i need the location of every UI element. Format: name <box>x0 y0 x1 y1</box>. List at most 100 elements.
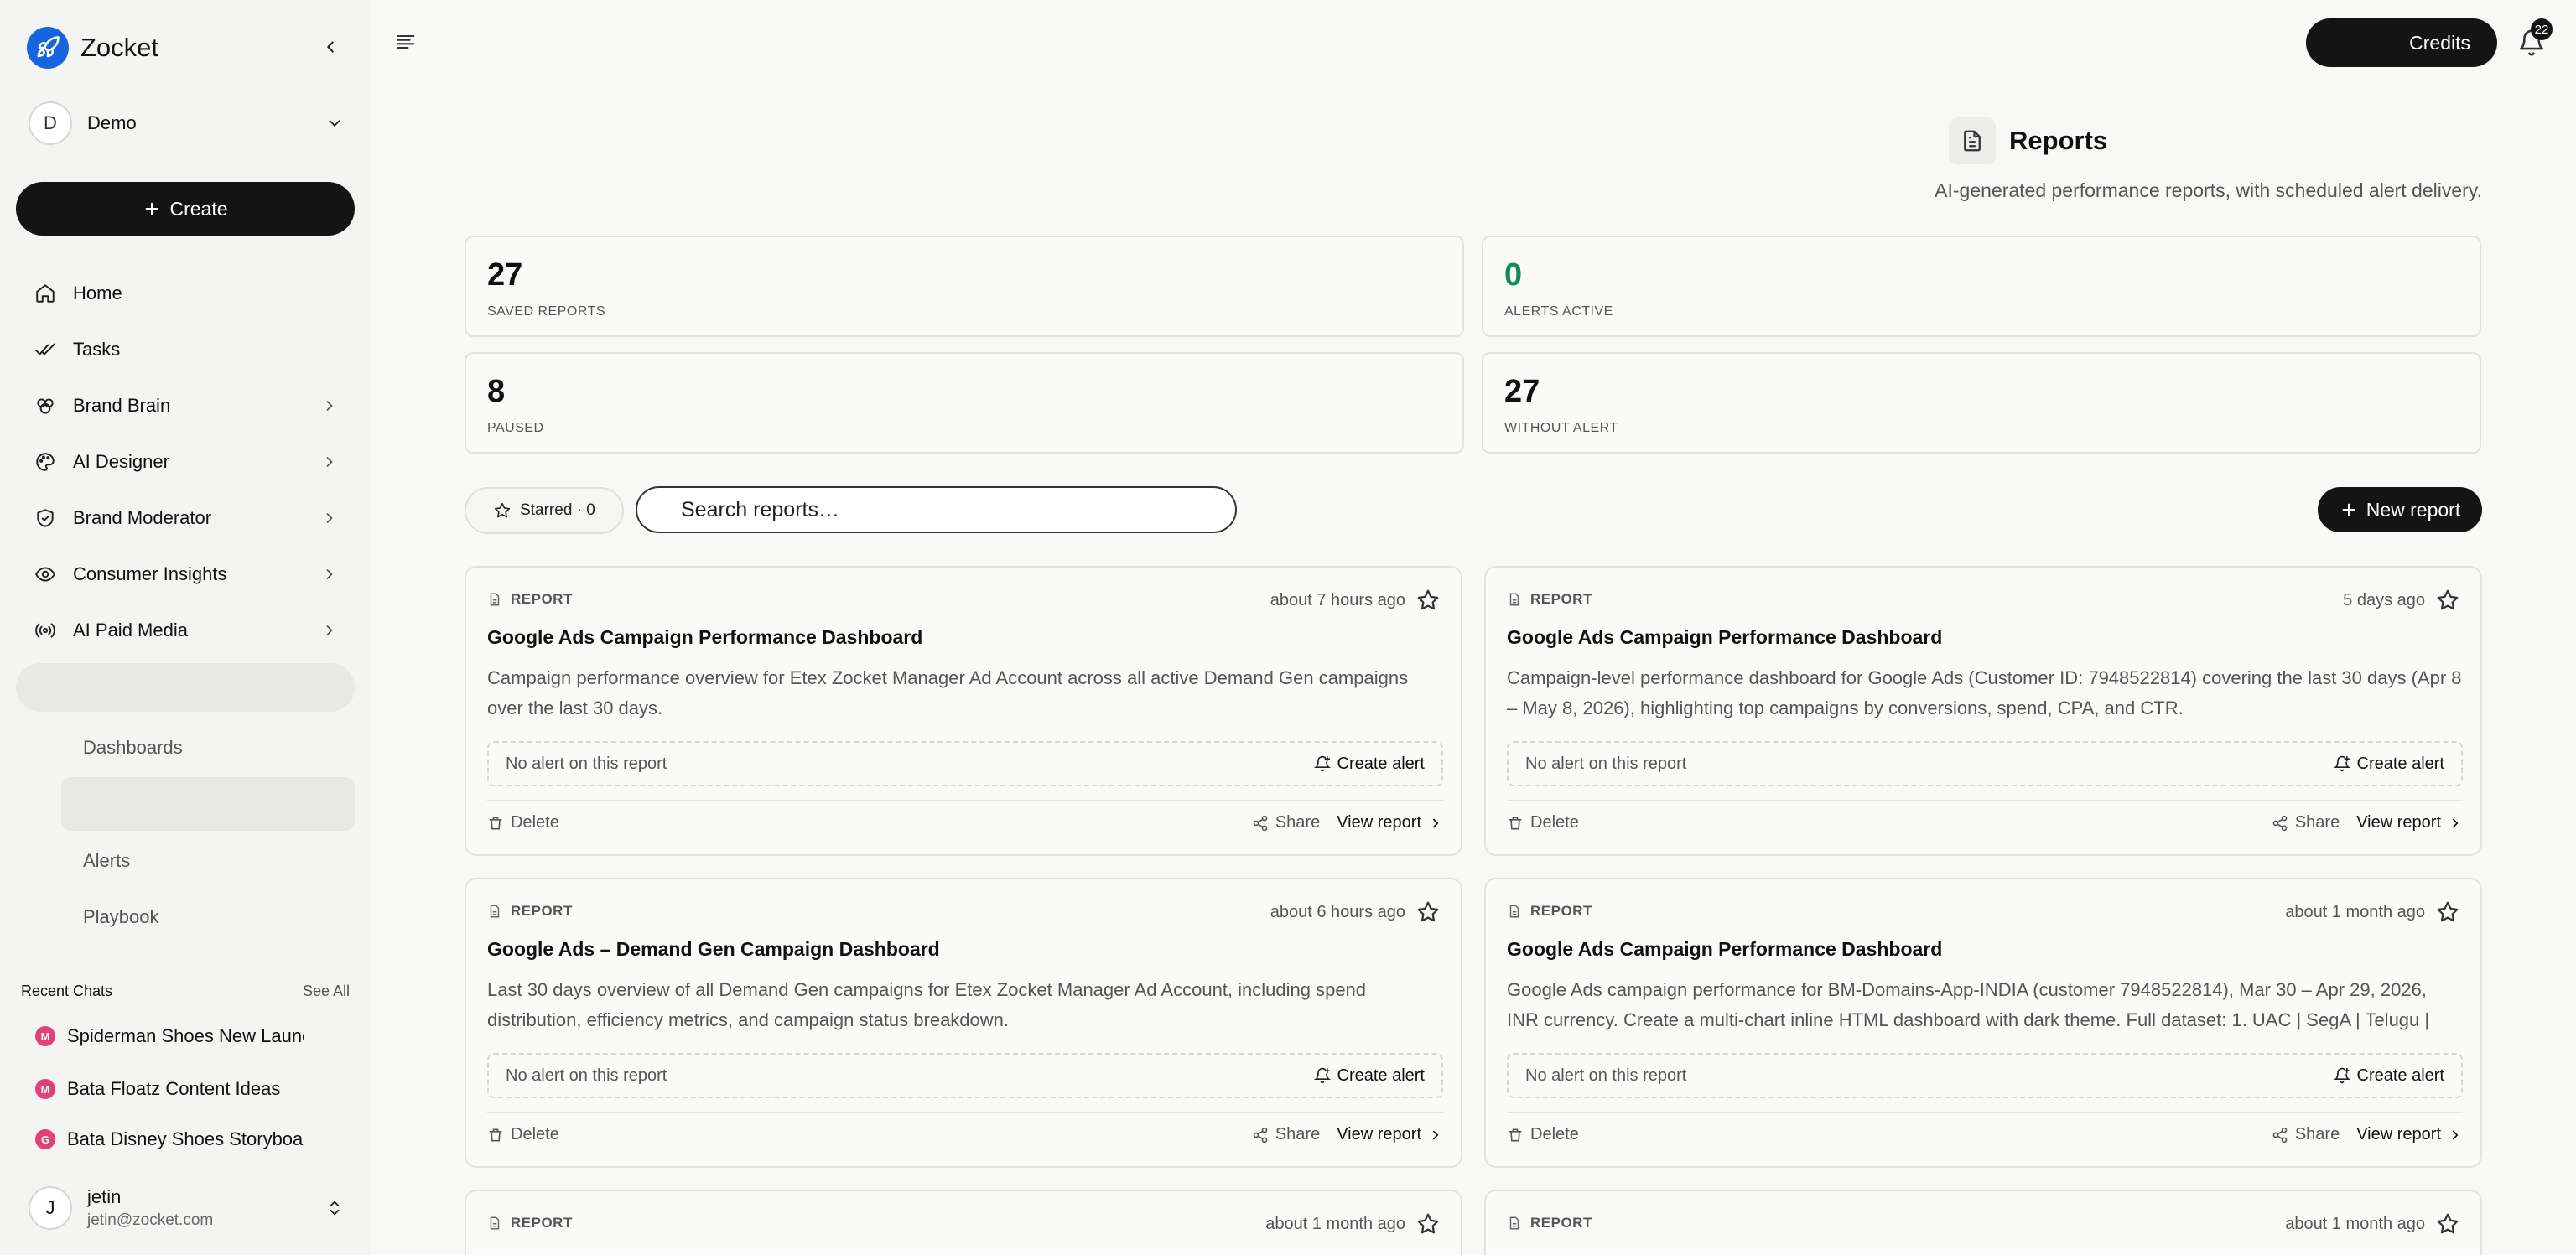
user-email: jetin@zocket.com <box>87 1211 214 1229</box>
alert-status-box: No alert on this report Create alert <box>1507 741 2463 786</box>
credits-button[interactable]: Credits <box>2306 18 2497 67</box>
home-icon <box>33 281 58 306</box>
sidebar-item-brand-brain[interactable]: Brand Brain <box>16 377 355 433</box>
report-tag-label: REPORT <box>511 903 573 919</box>
report-description: Last 30 days overview of all Demand Gen … <box>487 979 1367 1030</box>
page-header: Reports <box>1949 117 2107 164</box>
shield-check-icon <box>33 506 58 531</box>
view-report-button[interactable]: View report <box>2356 813 2463 832</box>
recent-chat-item[interactable]: G Bata Disney Shoes Storyboard <box>35 1128 304 1150</box>
report-description: Campaign-level performance dashboard for… <box>1507 667 2462 718</box>
report-card[interactable]: REPORT about 7 hours ago Google Ads Camp… <box>465 566 1462 856</box>
file-icon <box>1509 905 1519 918</box>
star-icon[interactable] <box>1415 588 1441 613</box>
stat-label: PAUSED <box>487 421 544 435</box>
report-timestamp: about 1 month ago <box>2285 903 2425 921</box>
report-card[interactable]: REPORT about 1 month ago <box>1484 1190 2482 1255</box>
share-button[interactable]: Share <box>2272 813 2340 832</box>
sidebar-item-ai-paid-media[interactable]: AI Paid Media <box>16 602 355 658</box>
see-all-link[interactable]: See All <box>303 983 350 1000</box>
report-title: Google Ads – Demand Gen Campaign Dashboa… <box>487 938 940 960</box>
chevron-right-icon <box>2452 818 2459 827</box>
star-icon <box>495 502 511 518</box>
delete-button[interactable]: Delete <box>1507 813 1579 832</box>
create-alert-button[interactable]: Create alert <box>2333 1066 2445 1086</box>
report-card[interactable]: REPORT 5 days ago Google Ads Campaign Pe… <box>1484 566 2482 856</box>
broadcast-icon <box>33 618 58 643</box>
sidebar-item-placeholder[interactable] <box>16 663 355 712</box>
sidebar-item-brand-moderator[interactable]: Brand Moderator <box>16 490 355 546</box>
create-alert-button[interactable]: Create alert <box>1313 1066 1425 1086</box>
report-tag: REPORT <box>487 591 573 608</box>
view-report-button[interactable]: View report <box>1337 1125 1443 1144</box>
user-name: jetin <box>87 1186 122 1207</box>
share-icon <box>1253 1127 1268 1143</box>
recent-chat-item[interactable]: M Bata Floatz Content Ideas <box>35 1078 304 1100</box>
view-report-label: View report <box>2356 813 2441 832</box>
sidebar-item-consumer-insights[interactable]: Consumer Insights <box>16 546 355 602</box>
sidebar-subitem-alerts[interactable]: Alerts <box>83 850 130 872</box>
workspace-avatar: D <box>29 101 72 145</box>
stat-card-alerts-active: 0 ALERTS ACTIVE <box>1482 236 2481 337</box>
sidebar-item-tasks[interactable]: Tasks <box>16 321 355 377</box>
sidebar-item-home[interactable]: Home <box>16 265 355 321</box>
star-icon[interactable] <box>2435 588 2460 613</box>
alert-status-box: No alert on this report Create alert <box>487 741 1443 786</box>
share-label: Share <box>1275 813 1321 832</box>
bell-plus-icon <box>2333 755 2350 772</box>
report-card[interactable]: REPORT about 6 hours ago Google Ads – De… <box>465 878 1462 1168</box>
report-timestamp: about 6 hours ago <box>1270 903 1405 921</box>
search-input[interactable] <box>636 486 1237 533</box>
report-card[interactable]: REPORT about 1 month ago Google Ads Camp… <box>1484 878 2482 1168</box>
report-timestamp: about 1 month ago <box>1265 1215 1405 1233</box>
new-report-button[interactable]: New report <box>2318 487 2482 532</box>
star-icon[interactable] <box>2435 1211 2460 1237</box>
sidebar-item-ai-designer[interactable]: AI Designer <box>16 433 355 490</box>
report-tag: REPORT <box>487 903 573 920</box>
sidebar-subitem-playbook[interactable]: Playbook <box>83 906 159 928</box>
star-icon[interactable] <box>1415 900 1441 925</box>
recent-chat-item[interactable]: M Spiderman Shoes New Launch <box>35 1025 304 1047</box>
create-button[interactable]: Create <box>16 182 355 236</box>
collapse-sidebar-button[interactable] <box>317 34 344 60</box>
no-alert-text: No alert on this report <box>506 754 667 773</box>
chat-avatar: M <box>35 1079 55 1099</box>
create-alert-button[interactable]: Create alert <box>2333 755 2444 774</box>
menu-toggle-button[interactable] <box>394 30 418 54</box>
create-alert-label: Create alert <box>2356 1066 2445 1085</box>
view-report-button[interactable]: View report <box>2356 1125 2463 1144</box>
sidebar-item-label: AI Designer <box>73 450 169 472</box>
report-card[interactable]: REPORT about 1 month ago <box>465 1190 1462 1255</box>
sidebar-subitem-active[interactable] <box>61 777 355 831</box>
workspace-switcher[interactable]: D Demo <box>29 100 344 147</box>
sidebar-subitem-dashboards[interactable]: Dashboards <box>83 737 183 759</box>
share-button[interactable]: Share <box>1252 1125 1320 1144</box>
workspace-name: Demo <box>87 112 137 133</box>
share-button[interactable]: Share <box>1252 813 1320 832</box>
view-report-button[interactable]: View report <box>1337 813 1443 832</box>
report-timestamp: about 7 hours ago <box>1270 591 1405 609</box>
share-button[interactable]: Share <box>2272 1125 2340 1144</box>
chevron-right-icon <box>326 568 333 579</box>
sidebar-item-label: AI Paid Media <box>73 619 188 640</box>
report-tag-label: REPORT <box>1530 903 1592 919</box>
star-icon[interactable] <box>2435 900 2460 925</box>
delete-button[interactable]: Delete <box>1507 1125 1579 1144</box>
share-icon <box>2272 815 2288 831</box>
plus-icon <box>2342 503 2355 516</box>
app-logo[interactable]: Zocket <box>27 27 158 69</box>
delete-label: Delete <box>511 813 559 832</box>
report-tag-label: REPORT <box>511 1215 573 1231</box>
user-menu[interactable]: J jetin jetin@zocket.com <box>29 1186 344 1230</box>
rocket-icon <box>27 27 69 69</box>
view-report-label: View report <box>1337 1125 1421 1144</box>
star-icon[interactable] <box>1415 1211 1441 1237</box>
delete-button[interactable]: Delete <box>487 1125 559 1144</box>
stat-value: 8 <box>487 374 506 409</box>
app-name: Zocket <box>80 33 159 62</box>
create-alert-button[interactable]: Create alert <box>1313 755 1425 774</box>
delete-button[interactable]: Delete <box>487 813 559 832</box>
trash-icon <box>489 1128 502 1141</box>
bell-plus-icon <box>2333 1067 2350 1084</box>
starred-filter-button[interactable]: Starred · 0 <box>465 487 624 534</box>
